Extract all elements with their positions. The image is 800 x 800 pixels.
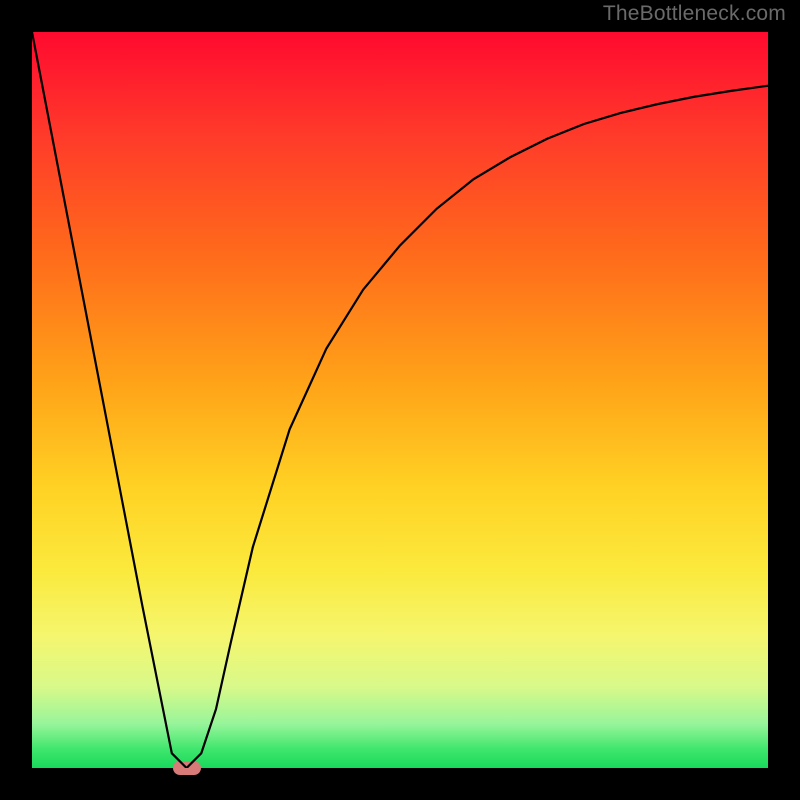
plot-area <box>32 32 768 768</box>
watermark-text: TheBottleneck.com <box>603 2 786 26</box>
bottleneck-curve <box>32 32 768 768</box>
chart-container: TheBottleneck.com <box>0 0 800 800</box>
curve-path <box>32 32 768 768</box>
